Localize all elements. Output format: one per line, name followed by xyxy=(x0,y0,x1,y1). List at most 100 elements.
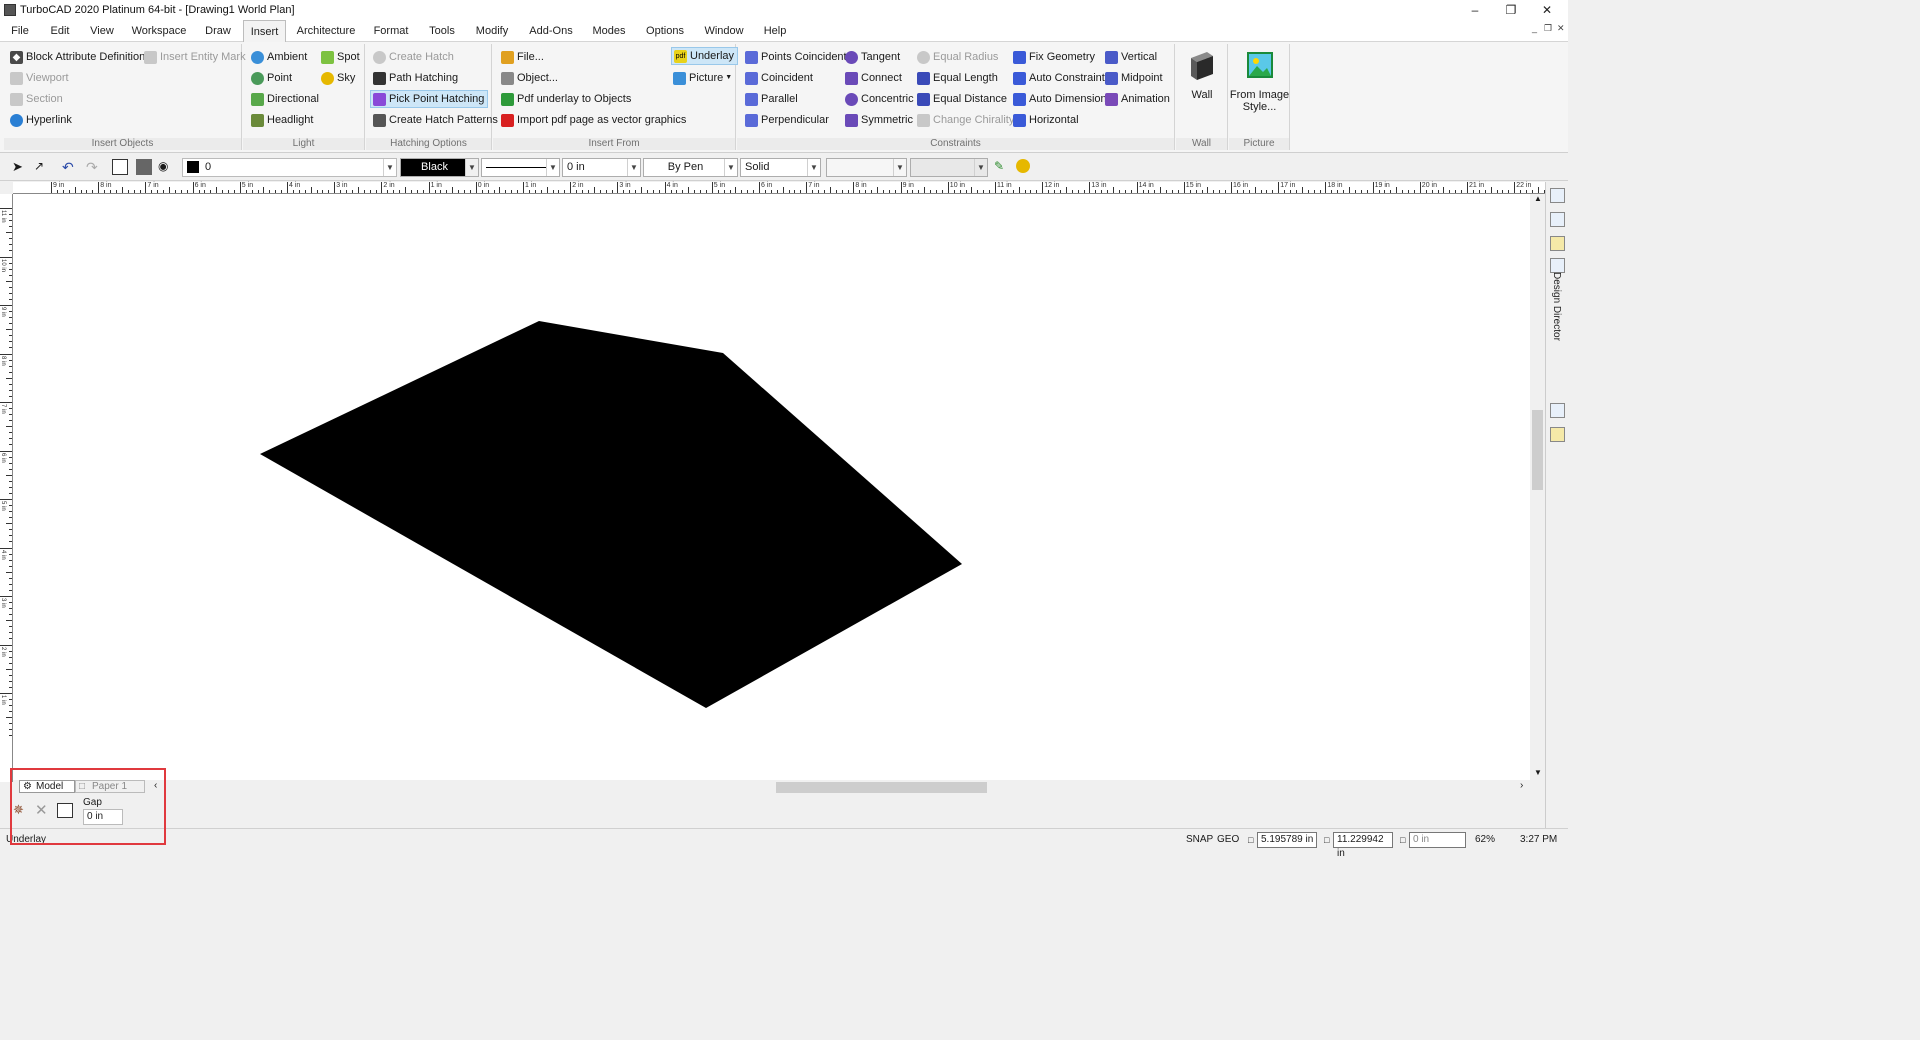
minimize-icon[interactable]: – xyxy=(1458,0,1492,20)
z-coordinate-field[interactable]: 0 in xyxy=(1409,832,1466,848)
create-hatch-patterns-button[interactable]: Create Hatch Patterns xyxy=(373,111,498,129)
coincident-button[interactable]: Coincident xyxy=(745,69,813,87)
menu-insert[interactable]: Insert xyxy=(243,20,286,43)
fill-style-select[interactable]: Solid ▼ xyxy=(740,158,821,177)
panel-materials-icon[interactable] xyxy=(1550,427,1565,442)
auto-dimension-button[interactable]: Auto Dimension xyxy=(1013,90,1107,108)
menu-window[interactable]: Window xyxy=(700,20,748,42)
perpendicular-button[interactable]: Perpendicular xyxy=(745,111,829,129)
symmetric-button[interactable]: Symmetric xyxy=(845,111,913,129)
auto-constraint-button[interactable]: Auto Constraint xyxy=(1013,69,1105,87)
mdi-restore-icon[interactable]: ❐ xyxy=(1544,23,1552,34)
viewport-button[interactable]: Viewport xyxy=(10,69,69,87)
wall-button[interactable]: Wall xyxy=(1176,50,1228,101)
ambient-light-button[interactable]: Ambient xyxy=(251,48,307,66)
block-attribute-definition-button[interactable]: ◆ Block Attribute Definition xyxy=(10,48,145,66)
pick-point-hatching-button[interactable]: Pick Point Hatching xyxy=(370,90,489,108)
gap-input[interactable]: 0 in xyxy=(83,809,123,825)
tab-model[interactable]: ⚙ Model xyxy=(19,780,75,793)
mdi-minimize-icon[interactable]: _ xyxy=(1532,23,1537,33)
menu-help[interactable]: Help xyxy=(758,20,792,42)
picture-dropdown-button[interactable]: Picture ▼ xyxy=(673,69,732,87)
y-coordinate-field[interactable]: 11.229942 in xyxy=(1333,832,1393,859)
change-chirality-button[interactable]: Change Chirality xyxy=(917,111,1014,129)
pattern-select[interactable]: ▼ xyxy=(826,158,907,177)
design-director-label[interactable]: Design Director xyxy=(1551,272,1562,341)
close-icon[interactable]: ✕ xyxy=(1530,0,1564,20)
panel-design-director-icon[interactable] xyxy=(1550,258,1565,273)
points-coincident-button[interactable]: Points Coincident xyxy=(745,48,847,66)
animation-button[interactable]: Animation xyxy=(1105,90,1170,108)
point-light-button[interactable]: Point xyxy=(251,69,292,87)
equal-radius-button[interactable]: Equal Radius xyxy=(917,48,998,66)
eye-icon[interactable]: ◉ xyxy=(158,159,172,177)
menu-modify[interactable]: Modify xyxy=(470,20,514,42)
undo-icon[interactable]: ↶ xyxy=(62,159,78,177)
snap-toggle[interactable]: SNAP xyxy=(1186,833,1213,847)
geo-toggle[interactable]: GEO xyxy=(1217,833,1239,847)
horizontal-scrollbar[interactable]: › xyxy=(165,780,1530,794)
x-coordinate-field[interactable]: 5.195789 in xyxy=(1257,832,1317,848)
insert-object-button[interactable]: Object... xyxy=(501,69,558,87)
horizontal-button[interactable]: Horizontal xyxy=(1013,111,1079,129)
pen-select[interactable]: By Pen ▼ xyxy=(643,158,738,177)
fix-geometry-button[interactable]: Fix Geometry xyxy=(1013,48,1095,66)
equal-length-button[interactable]: Equal Length xyxy=(917,69,998,87)
material-icon[interactable] xyxy=(1016,159,1030,173)
layer-select[interactable]: 0 ▼ xyxy=(182,158,397,177)
parallel-button[interactable]: Parallel xyxy=(745,90,798,108)
spot-light-button[interactable]: Spot xyxy=(321,48,360,66)
panel-properties-icon[interactable] xyxy=(1550,188,1565,203)
tab-paper-1[interactable]: □ Paper 1 xyxy=(75,780,145,793)
path-hatching-button[interactable]: Path Hatching xyxy=(373,69,458,87)
menu-modes[interactable]: Modes xyxy=(588,20,630,42)
connect-button[interactable]: Connect xyxy=(845,69,902,87)
menu-workspace[interactable]: Workspace xyxy=(128,20,190,42)
scroll-right-icon[interactable]: › xyxy=(1520,780,1523,791)
hyperlink-button[interactable]: Hyperlink xyxy=(10,111,72,129)
insert-file-button[interactable]: File... xyxy=(501,48,544,66)
layers-grid-icon[interactable] xyxy=(112,159,128,175)
scroll-down-icon[interactable]: ▼ xyxy=(1534,768,1542,777)
menu-edit[interactable]: Edit xyxy=(44,20,76,42)
insert-entity-mark-button[interactable]: Insert Entity Mark xyxy=(144,48,246,66)
pdf-underlay-to-objects-button[interactable]: Pdf underlay to Objects xyxy=(501,90,631,108)
menu-architecture[interactable]: Architecture xyxy=(294,20,358,42)
menu-options[interactable]: Options xyxy=(640,20,690,42)
edit-tool-icon[interactable]: ↗ xyxy=(34,159,48,177)
from-image-style-button[interactable]: From Image Style... xyxy=(1229,50,1290,113)
concentric-button[interactable]: Concentric xyxy=(845,90,914,108)
headlight-button[interactable]: Headlight xyxy=(251,111,313,129)
underlay-button[interactable]: pdf Underlay xyxy=(671,47,739,65)
gradient-select[interactable]: ▼ xyxy=(910,158,988,177)
select-arrow-icon[interactable]: ➤ xyxy=(12,159,26,177)
create-hatch-button[interactable]: Create Hatch xyxy=(373,48,454,66)
menu-draw[interactable]: Draw xyxy=(200,20,236,42)
directional-light-button[interactable]: Directional xyxy=(251,90,319,108)
polygon-shape[interactable] xyxy=(260,321,962,708)
panel-selector-icon[interactable] xyxy=(1550,403,1565,418)
menu-view[interactable]: View xyxy=(86,20,118,42)
vertical-scrollbar[interactable]: ▲ ▼ xyxy=(1530,194,1545,780)
restore-icon[interactable]: ❐ xyxy=(1494,0,1528,20)
line-style-select[interactable]: ▼ xyxy=(481,158,560,177)
import-pdf-vector-button[interactable]: Import pdf page as vector graphics xyxy=(501,111,686,129)
menu-format[interactable]: Format xyxy=(368,20,414,42)
pen-icon[interactable]: ✎ xyxy=(994,159,1008,177)
panel-view-icon[interactable] xyxy=(1550,212,1565,227)
cancel-icon[interactable]: ✕ xyxy=(35,801,48,819)
section-button[interactable]: Section xyxy=(10,90,63,108)
menu-add-ons[interactable]: Add-Ons xyxy=(524,20,578,42)
color-select[interactable]: Black ▼ xyxy=(400,158,479,177)
line-width-select[interactable]: 0 in ▼ xyxy=(562,158,641,177)
horizontal-scroll-thumb[interactable] xyxy=(776,782,987,793)
vertical-button[interactable]: Vertical xyxy=(1105,48,1157,66)
equal-distance-button[interactable]: Equal Distance xyxy=(917,90,1007,108)
menu-file[interactable]: File xyxy=(6,20,34,42)
drawing-canvas[interactable] xyxy=(13,194,1530,780)
tabs-scroll-left-icon[interactable]: ‹ xyxy=(154,780,157,791)
table-icon[interactable] xyxy=(57,803,73,818)
mdi-close-icon[interactable]: ✕ xyxy=(1557,23,1565,34)
menu-tools[interactable]: Tools xyxy=(424,20,460,42)
scroll-up-icon[interactable]: ▲ xyxy=(1534,194,1542,203)
